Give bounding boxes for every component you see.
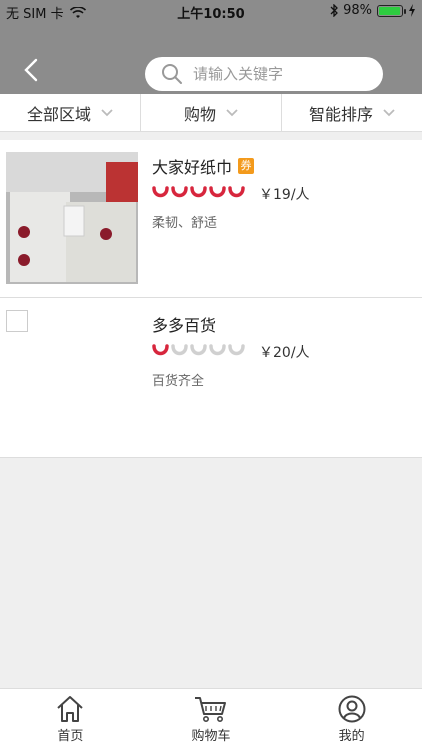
tissue-product-image xyxy=(6,152,138,284)
shop-description: 百货齐全 xyxy=(152,374,205,389)
user-icon xyxy=(338,695,366,723)
shop-name: 大家好纸巾 xyxy=(152,158,233,177)
rating-icon xyxy=(152,344,169,356)
tab-profile[interactable]: 我的 xyxy=(281,689,422,750)
chevron-down-icon xyxy=(226,108,238,116)
rating-icon xyxy=(209,186,226,198)
home-icon xyxy=(57,696,84,722)
shop-list: 大家好纸巾 券 ￥19/人 柔韧、舒适 多多百货 ￥20/人 百货齐全 xyxy=(0,140,422,458)
charging-icon xyxy=(409,4,415,17)
chevron-down-icon xyxy=(101,108,113,116)
shop-title: 大家好纸巾 券 xyxy=(152,154,255,178)
cart-icon xyxy=(195,697,226,722)
rating-row: ￥20/人 xyxy=(152,342,310,362)
filter-category[interactable]: 购物 xyxy=(141,94,282,131)
filter-sort-label: 智能排序 xyxy=(308,104,373,124)
filter-sort[interactable]: 智能排序 xyxy=(282,94,422,131)
filter-area[interactable]: 全部区域 xyxy=(0,94,141,131)
search-bar[interactable] xyxy=(145,57,383,91)
shop-thumbnail-placeholder xyxy=(6,310,28,332)
shop-item[interactable]: 多多百货 ￥20/人 百货齐全 xyxy=(0,298,422,458)
shop-name: 多多百货 xyxy=(152,316,217,335)
shop-price: ￥19/人 xyxy=(259,187,310,203)
search-icon xyxy=(162,64,182,84)
status-right: 98% xyxy=(330,3,416,18)
rating-icon xyxy=(171,344,188,356)
shop-price: ￥20/人 xyxy=(259,345,310,361)
shop-item[interactable]: 大家好纸巾 券 ￥19/人 柔韧、舒适 xyxy=(0,140,422,298)
header xyxy=(0,22,422,94)
rating-icon xyxy=(190,344,207,356)
chevron-down-icon xyxy=(383,108,395,116)
search-input[interactable] xyxy=(193,65,373,83)
tab-cart-label: 购物车 xyxy=(191,729,231,744)
status-bar: 无 SIM 卡 上午10:50 98% xyxy=(0,0,422,22)
back-button[interactable] xyxy=(18,56,46,84)
battery-fill xyxy=(379,6,401,15)
coupon-badge: 券 xyxy=(238,158,255,174)
rating-icon xyxy=(152,186,169,198)
tab-home[interactable]: 首页 xyxy=(0,689,141,750)
rating-icon xyxy=(190,186,207,198)
filter-category-label: 购物 xyxy=(183,104,216,124)
filter-area-label: 全部区域 xyxy=(26,104,91,124)
rating-icon xyxy=(171,186,188,198)
rating-icon xyxy=(209,344,226,356)
rating-icon xyxy=(228,344,245,356)
tab-home-label: 首页 xyxy=(57,729,84,744)
rating-icon xyxy=(228,186,245,198)
chevron-left-icon xyxy=(24,58,38,82)
shop-title: 多多百货 xyxy=(152,312,216,336)
shop-description: 柔韧、舒适 xyxy=(152,216,218,231)
bluetooth-icon xyxy=(330,4,339,17)
battery-percent: 98% xyxy=(343,3,372,18)
rating-row: ￥19/人 xyxy=(152,184,310,204)
tab-cart[interactable]: 购物车 xyxy=(141,689,282,750)
shop-thumbnail xyxy=(6,152,138,284)
tab-bar: 首页 购物车 我的 xyxy=(0,688,422,750)
battery-icon xyxy=(377,4,406,17)
tab-profile-label: 我的 xyxy=(338,729,365,744)
filter-bar: 全部区域 购物 智能排序 xyxy=(0,94,422,132)
